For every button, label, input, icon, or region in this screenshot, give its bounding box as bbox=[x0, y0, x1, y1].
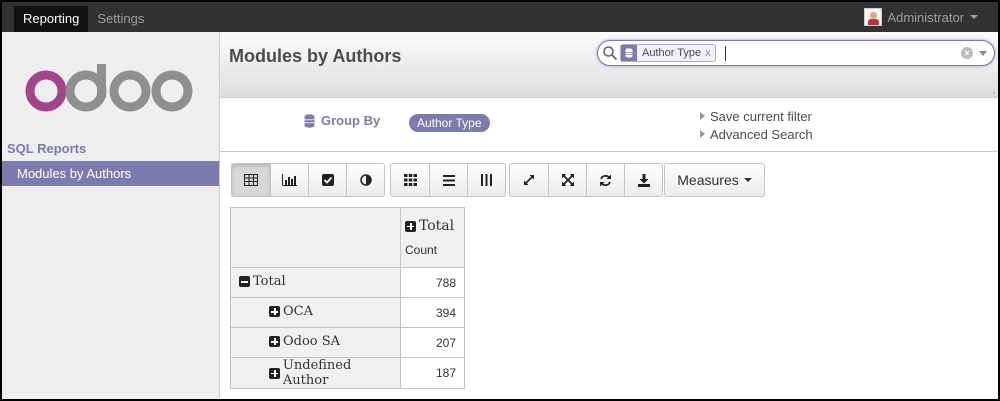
search-bar[interactable]: Author Type x × bbox=[597, 40, 995, 66]
view-mode-group bbox=[231, 163, 385, 197]
group-by-section: Group By bbox=[304, 113, 380, 128]
chevron-down-icon bbox=[743, 178, 752, 182]
row-header-label: Odoo SA bbox=[283, 334, 341, 349]
row-header-total[interactable]: Total bbox=[230, 267, 401, 298]
measures-label: Measures bbox=[677, 172, 739, 188]
measures-dropdown[interactable]: Measures bbox=[664, 163, 765, 197]
table-row: OCA 394 bbox=[230, 297, 465, 328]
expand-all-button[interactable] bbox=[391, 164, 429, 196]
cell-value: 187 bbox=[400, 357, 465, 389]
advanced-search-label: Advanced Search bbox=[710, 127, 813, 142]
contrast-icon bbox=[359, 174, 372, 186]
menu-settings[interactable]: Settings bbox=[88, 6, 153, 32]
resize-grip-icon bbox=[993, 92, 995, 94]
cell-value: 788 bbox=[400, 267, 465, 298]
user-menu[interactable]: Administrator bbox=[864, 7, 978, 27]
search-input[interactable] bbox=[725, 46, 726, 61]
search-drawer: Group By Author Type Save current filter… bbox=[220, 98, 998, 152]
cell-value: 207 bbox=[400, 327, 465, 358]
pivot-table: Total Count Total 788 OCA 394 Odoo SA 20… bbox=[230, 207, 465, 389]
control-panel: Modules by Authors Author Type x × bbox=[220, 32, 998, 98]
app-frame: Reporting Settings Administrator SQL Rep… bbox=[2, 2, 998, 399]
bar-chart-icon bbox=[282, 174, 297, 186]
minus-square-icon bbox=[239, 276, 250, 287]
row-layout-button[interactable] bbox=[429, 164, 467, 196]
list-icon bbox=[442, 174, 455, 186]
row-header-odoo-sa[interactable]: Odoo SA bbox=[230, 327, 401, 358]
database-icon bbox=[304, 113, 315, 128]
sidebar-section-title: SQL Reports bbox=[7, 141, 87, 156]
database-icon bbox=[621, 45, 637, 61]
row-header-undefined-author[interactable]: Undefined Author bbox=[230, 357, 401, 389]
search-facet-value: Author Type bbox=[642, 47, 702, 59]
chevron-down-icon bbox=[970, 15, 978, 19]
table-row: Undefined Author 187 bbox=[230, 357, 465, 389]
download-button[interactable] bbox=[624, 164, 662, 196]
main-content: Measures Total Count Total 788 OCA 394 O… bbox=[220, 153, 998, 399]
odoo-logo[interactable] bbox=[24, 64, 194, 114]
group-by-label: Group By bbox=[321, 113, 381, 128]
measure-header-count: Count bbox=[405, 243, 438, 257]
table-icon bbox=[244, 174, 258, 186]
row-header-label: OCA bbox=[283, 304, 313, 319]
expand-button[interactable] bbox=[548, 164, 586, 196]
save-filter-label: Save current filter bbox=[710, 109, 812, 124]
bar-chart-button[interactable] bbox=[270, 164, 308, 196]
checkbox-button[interactable] bbox=[308, 164, 346, 196]
search-options-toggle[interactable] bbox=[979, 51, 987, 56]
user-name: Administrator bbox=[887, 9, 964, 25]
refresh-icon bbox=[600, 174, 611, 186]
expand-group bbox=[390, 163, 506, 197]
reload-button[interactable] bbox=[586, 164, 624, 196]
row-header-label: Total bbox=[253, 274, 286, 289]
triangle-right-icon bbox=[700, 112, 705, 120]
top-menu: Reporting Settings bbox=[14, 6, 153, 32]
sidebar: SQL Reports Modules by Authors bbox=[2, 32, 220, 399]
row-header-label: Undefined Author bbox=[282, 358, 352, 388]
clear-search-icon[interactable]: × bbox=[961, 47, 973, 59]
plus-square-icon bbox=[405, 220, 416, 232]
user-avatar bbox=[864, 8, 883, 26]
plus-square-icon bbox=[269, 367, 280, 379]
table-row: Odoo SA 207 bbox=[230, 327, 465, 358]
search-facet[interactable]: Author Type x bbox=[620, 44, 716, 62]
search-icon bbox=[603, 46, 618, 61]
sidebar-item-modules-by-authors[interactable]: Modules by Authors bbox=[2, 161, 219, 186]
table-row: Total 788 bbox=[230, 267, 465, 298]
row-header-oca[interactable]: OCA bbox=[230, 297, 401, 328]
contrast-button[interactable] bbox=[346, 164, 384, 196]
column-header-label: Total bbox=[419, 218, 455, 234]
grid-icon bbox=[403, 174, 417, 186]
facet-remove-button[interactable]: x bbox=[705, 45, 715, 61]
column-layout-button[interactable] bbox=[467, 164, 505, 196]
group-by-option-author-type[interactable]: Author Type bbox=[409, 114, 490, 132]
menu-reporting[interactable]: Reporting bbox=[14, 6, 89, 32]
flip-axis-button[interactable] bbox=[510, 164, 548, 196]
expand-arrows-icon bbox=[524, 175, 534, 185]
cell-value: 394 bbox=[400, 297, 465, 328]
top-navbar: Reporting Settings Administrator bbox=[2, 2, 998, 32]
filter-links: Save current filter Advanced Search bbox=[700, 108, 813, 144]
pivot-corner-cell bbox=[230, 207, 401, 268]
triangle-right-icon bbox=[700, 130, 705, 138]
checkbox-icon bbox=[321, 174, 334, 186]
fullscreen-icon bbox=[561, 174, 574, 186]
action-group bbox=[509, 163, 663, 197]
download-icon bbox=[637, 173, 650, 187]
column-header-total[interactable]: Total bbox=[405, 218, 460, 234]
pivot-column-header: Total Count bbox=[400, 207, 465, 268]
advanced-search-link[interactable]: Advanced Search bbox=[700, 126, 813, 144]
columns-icon bbox=[481, 174, 492, 186]
plus-square-icon bbox=[269, 336, 280, 347]
save-filter-link[interactable]: Save current filter bbox=[700, 108, 813, 126]
page-title: Modules by Authors bbox=[229, 46, 402, 66]
table-view-button[interactable] bbox=[232, 164, 270, 196]
plus-square-icon bbox=[269, 306, 280, 317]
